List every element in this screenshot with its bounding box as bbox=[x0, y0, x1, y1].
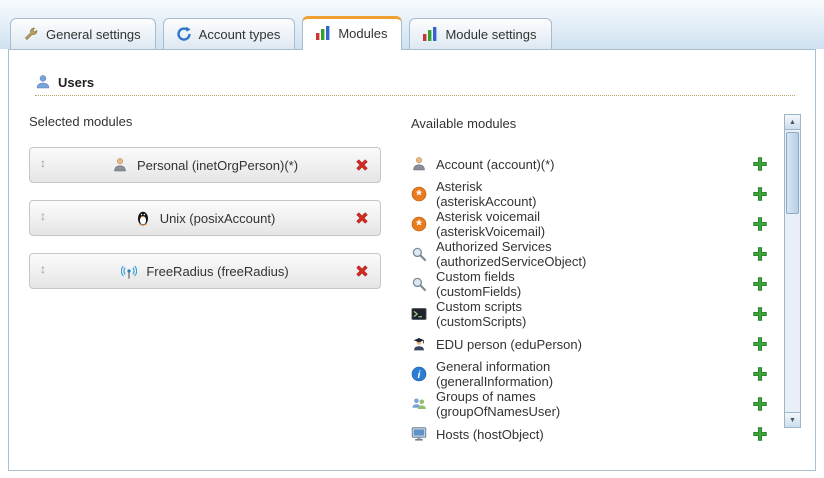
available-modules-column: Available modules Account (account)(*) bbox=[411, 114, 801, 449]
person-icon bbox=[411, 156, 427, 172]
module-label: Asterisk (asteriskAccount) bbox=[436, 179, 585, 209]
add-icon[interactable] bbox=[752, 246, 768, 262]
tab-label: Modules bbox=[338, 26, 387, 41]
module-label: Account (account)(*) bbox=[436, 157, 585, 172]
available-module-row: Custom scripts (customScripts) bbox=[411, 299, 780, 329]
module-label: Custom fields (customFields) bbox=[436, 269, 585, 299]
selected-module-row[interactable]: ↕ FreeRadius (freeRadius) bbox=[29, 253, 381, 289]
edu-person-icon bbox=[411, 336, 427, 352]
users-section-heading: Users bbox=[35, 74, 795, 96]
delete-icon[interactable] bbox=[354, 157, 370, 173]
drag-handle-icon[interactable]: ↕ bbox=[40, 157, 56, 173]
selected-modules-heading: Selected modules bbox=[29, 114, 381, 129]
host-icon bbox=[411, 426, 427, 442]
asterisk-icon: * bbox=[411, 216, 427, 232]
scrollbar[interactable]: ▲ ▼ bbox=[784, 114, 801, 428]
available-module-row: i General information (generalInformatio… bbox=[411, 359, 780, 389]
available-module-row: * Asterisk (asteriskAccount) bbox=[411, 179, 780, 209]
chart-icon bbox=[315, 25, 331, 41]
available-modules-heading: Available modules bbox=[411, 116, 780, 131]
add-icon[interactable] bbox=[752, 216, 768, 232]
penguin-icon bbox=[135, 210, 151, 226]
tab-label: General settings bbox=[46, 27, 141, 42]
lam-configuration-page: General settings Account types Modules M… bbox=[0, 0, 824, 478]
user-icon bbox=[35, 74, 51, 90]
module-label: Asterisk voicemail (asteriskVoicemail) bbox=[436, 209, 585, 239]
available-module-row: EDU person (eduPerson) bbox=[411, 329, 780, 359]
available-module-row: Hosts (hostObject) bbox=[411, 419, 780, 449]
available-module-row: Custom fields (customFields) bbox=[411, 269, 780, 299]
modules-panel: Users Selected modules ↕ Personal (inetO… bbox=[8, 49, 816, 471]
add-icon[interactable] bbox=[752, 186, 768, 202]
delete-icon[interactable] bbox=[354, 263, 370, 279]
available-modules-list: Account (account)(*) * Asterisk (asteris… bbox=[411, 149, 780, 449]
selected-modules-column: Selected modules ↕ Personal (inetOrgPers… bbox=[29, 114, 381, 449]
scroll-up-icon[interactable]: ▲ bbox=[784, 114, 801, 130]
module-columns: Selected modules ↕ Personal (inetOrgPers… bbox=[9, 96, 815, 449]
info-icon: i bbox=[411, 366, 427, 382]
svg-text:*: * bbox=[416, 217, 422, 232]
group-icon bbox=[411, 396, 427, 412]
available-module-row: * Asterisk voicemail (asteriskVoicemail) bbox=[411, 209, 780, 239]
selected-modules-list: ↕ Personal (inetOrgPerson)(*) ↕ bbox=[29, 147, 381, 289]
chart-icon bbox=[422, 26, 438, 42]
module-label: General information (generalInformation) bbox=[436, 359, 585, 389]
wrench-icon bbox=[23, 26, 39, 42]
available-module-row: Groups of names (groupOfNamesUser) bbox=[411, 389, 780, 419]
scroll-down-icon[interactable]: ▼ bbox=[784, 412, 801, 428]
available-module-row: Authorized Services (authorizedServiceOb… bbox=[411, 239, 780, 269]
tab-general-settings[interactable]: General settings bbox=[10, 18, 156, 49]
add-icon[interactable] bbox=[752, 336, 768, 352]
module-label: Authorized Services (authorizedServiceOb… bbox=[436, 239, 586, 269]
tab-modules[interactable]: Modules bbox=[302, 16, 402, 50]
drag-handle-icon[interactable]: ↕ bbox=[40, 210, 56, 226]
section-title: Users bbox=[58, 75, 94, 90]
add-icon[interactable] bbox=[752, 426, 768, 442]
person-icon bbox=[112, 157, 128, 173]
add-icon[interactable] bbox=[752, 366, 768, 382]
asterisk-icon: * bbox=[411, 186, 427, 202]
module-label: Personal (inetOrgPerson)(*) bbox=[137, 158, 298, 173]
scrollbar-thumb[interactable] bbox=[786, 132, 799, 214]
tab-bar: General settings Account types Modules M… bbox=[0, 0, 824, 49]
tab-label: Account types bbox=[199, 27, 281, 42]
tab-label: Module settings bbox=[445, 27, 536, 42]
module-label: Unix (posixAccount) bbox=[160, 211, 276, 226]
drag-handle-icon[interactable]: ↕ bbox=[40, 263, 56, 279]
sync-icon bbox=[176, 26, 192, 42]
add-icon[interactable] bbox=[752, 306, 768, 322]
available-module-row: Account (account)(*) bbox=[411, 149, 780, 179]
selected-module-row[interactable]: ↕ Personal (inetOrgPerson)(*) bbox=[29, 147, 381, 183]
radio-icon bbox=[121, 263, 137, 279]
add-icon[interactable] bbox=[752, 396, 768, 412]
magnifier-icon bbox=[411, 246, 427, 262]
add-icon[interactable] bbox=[752, 156, 768, 172]
script-icon bbox=[411, 306, 427, 322]
add-icon[interactable] bbox=[752, 276, 768, 292]
module-label: Hosts (hostObject) bbox=[436, 427, 585, 442]
delete-icon[interactable] bbox=[354, 210, 370, 226]
selected-module-row[interactable]: ↕ Unix (posixAccount) bbox=[29, 200, 381, 236]
module-label: EDU person (eduPerson) bbox=[436, 337, 585, 352]
magnifier-icon bbox=[411, 276, 427, 292]
tab-account-types[interactable]: Account types bbox=[163, 18, 296, 49]
module-label: Groups of names (groupOfNamesUser) bbox=[436, 389, 585, 419]
module-label: FreeRadius (freeRadius) bbox=[146, 264, 288, 279]
module-label: Custom scripts (customScripts) bbox=[436, 299, 585, 329]
tab-module-settings[interactable]: Module settings bbox=[409, 18, 551, 49]
svg-text:*: * bbox=[416, 187, 422, 202]
